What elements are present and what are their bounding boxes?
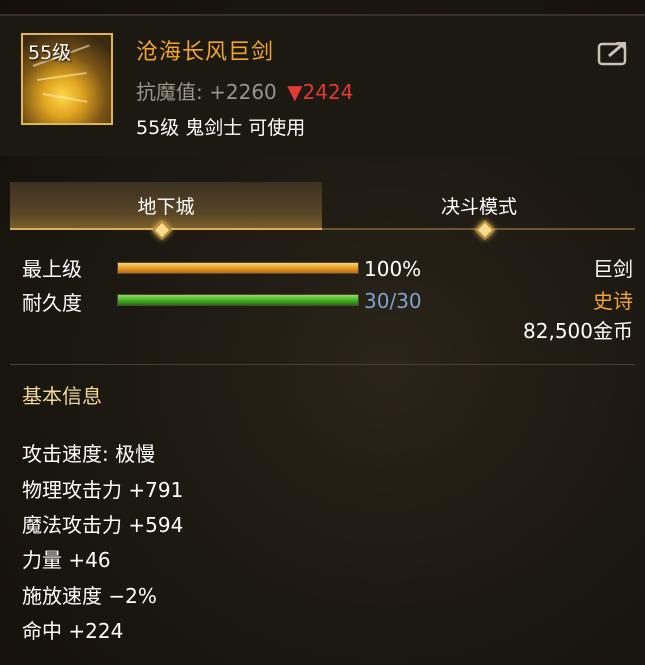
share-icon[interactable]: [597, 38, 631, 66]
mode-tabs: 地下城 决斗模式: [10, 182, 635, 230]
item-tooltip-panel: 55级 沧海长风巨剑 抗魔值: +2260 ▼2424 55级 鬼剑士 可使用 …: [0, 0, 645, 665]
attr-line-attack-speed: 攻击速度: 极慢: [22, 442, 156, 466]
sell-price: 82,500金币: [523, 319, 633, 343]
durability-label: 耐久度: [22, 291, 82, 315]
usage-requirement: 55级 鬼剑士 可使用: [136, 117, 306, 139]
magic-resist-compare: ▼2424: [287, 80, 354, 104]
basic-info-title: 基本信息: [22, 384, 102, 408]
magic-resist-label: 抗魔值:: [136, 80, 203, 104]
attr-line-strength: 力量 +46: [22, 548, 111, 572]
grade-bar: [117, 262, 359, 274]
magic-resist-value: +2260: [209, 80, 277, 104]
attr-line-magic-attack: 魔法攻击力 +594: [22, 513, 184, 537]
item-name: 沧海长风巨剑: [136, 40, 275, 65]
grade-value: 100%: [364, 257, 422, 281]
rarity-label: 史诗: [593, 289, 633, 313]
grade-label: 最上级: [22, 257, 82, 281]
tab-dungeon[interactable]: 地下城: [10, 182, 322, 228]
magic-resist-row: 抗魔值: +2260 ▼2424: [136, 76, 353, 105]
item-level-badge: 55级: [28, 42, 72, 64]
durability-bar-fill: [118, 295, 358, 305]
attr-line-cast-speed: 施放速度 −2%: [22, 584, 157, 608]
attr-line-hit-rate: 命中 +224: [22, 619, 124, 643]
grade-bar-fill: [118, 263, 358, 273]
tab-pvp-duel[interactable]: 决斗模式: [323, 182, 635, 228]
section-divider: [10, 364, 635, 365]
durability-bar: [117, 294, 359, 306]
durability-value: 30/30: [364, 289, 422, 313]
weapon-type: 巨剑: [593, 257, 633, 281]
attr-line-physical-attack: 物理攻击力 +791: [22, 478, 184, 502]
